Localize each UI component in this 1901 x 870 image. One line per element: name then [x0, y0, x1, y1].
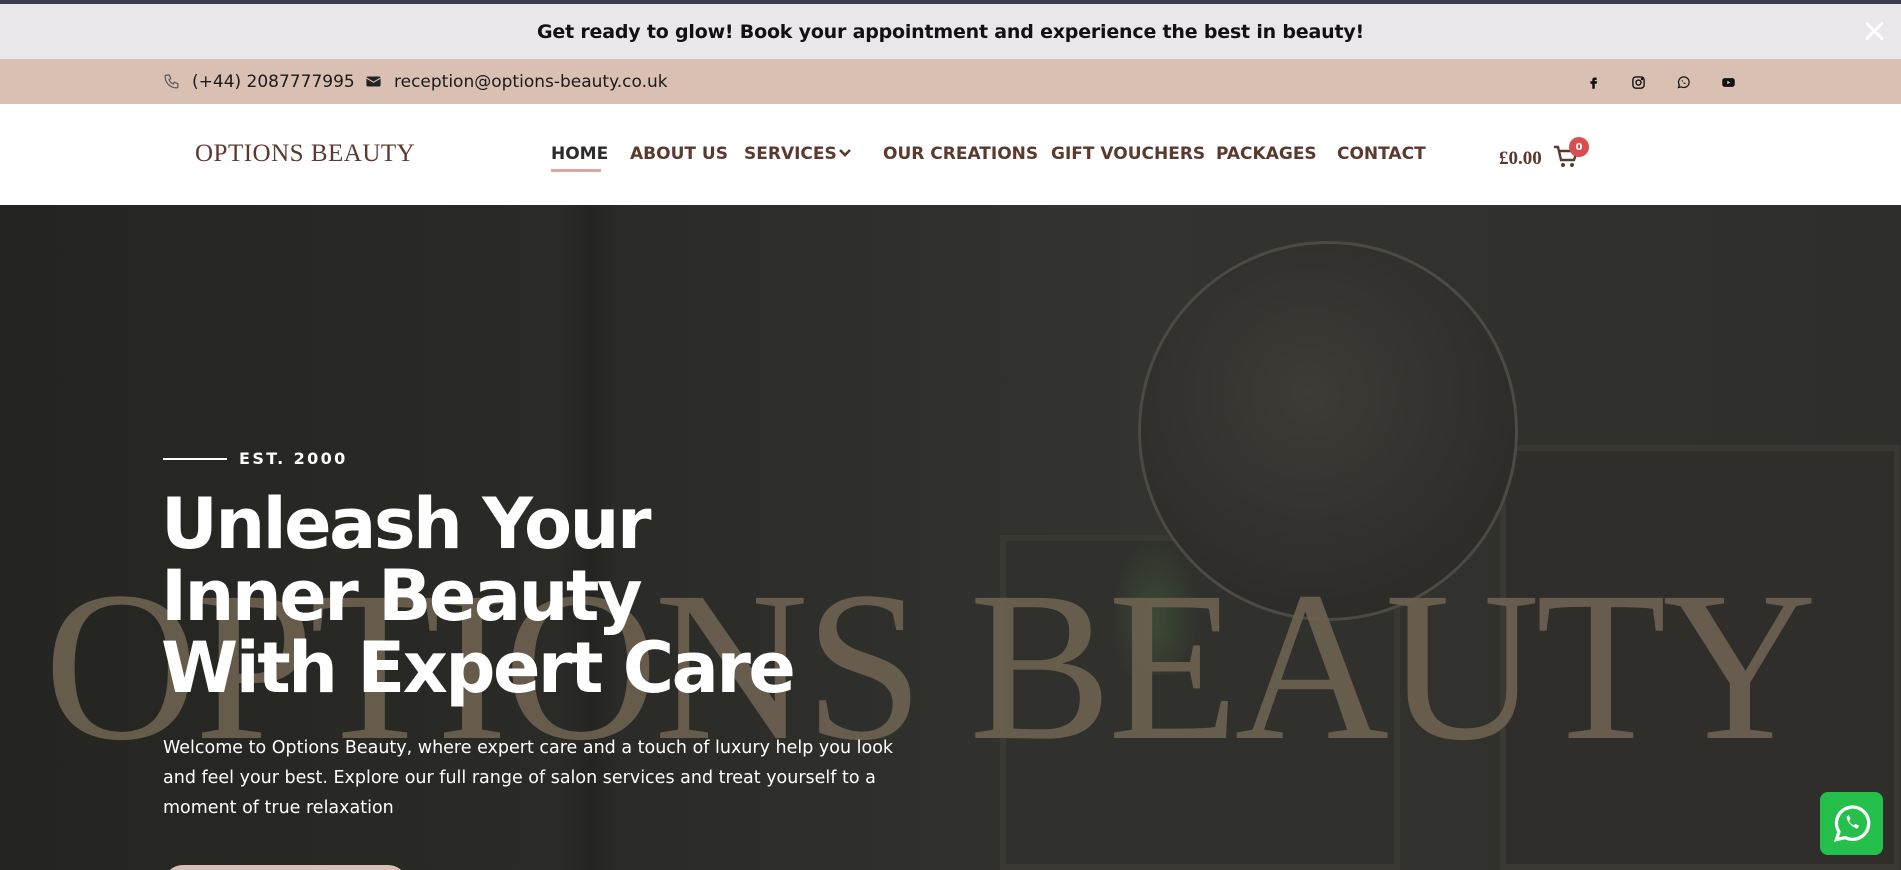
nav-services[interactable]: SERVICES — [744, 144, 837, 164]
main-navbar: OPTIONS BEAUTY HOME ABOUT US SERVICES OU… — [0, 104, 1901, 205]
est-divider — [163, 458, 227, 460]
brand-logo[interactable]: OPTIONS BEAUTY — [195, 140, 415, 168]
envelope-icon — [366, 76, 381, 87]
whatsapp-icon[interactable] — [1672, 71, 1694, 93]
active-nav-indicator — [551, 169, 601, 172]
hero-title: Unleash Your Inner Beauty With Expert Ca… — [161, 483, 796, 709]
contact-bar: (+44) 2087777995 reception@options-beaut… — [0, 59, 1901, 104]
cart-count-badge: 0 — [1569, 137, 1589, 157]
nav-gift-vouchers[interactable]: GIFT VOUCHERS — [1051, 144, 1205, 164]
phone-icon — [164, 74, 179, 89]
facebook-icon[interactable] — [1582, 71, 1604, 93]
close-icon[interactable] — [1861, 18, 1887, 44]
announcement-bar: Get ready to glow! Book your appointment… — [0, 4, 1901, 59]
hero-section: OPTIONS BEAUTY EST. 2000 Unleash Your In… — [0, 205, 1901, 870]
hero-cta-button[interactable] — [163, 865, 408, 870]
announcement-text: Get ready to glow! Book your appointment… — [537, 20, 1364, 43]
est-label: EST. 2000 — [239, 449, 348, 468]
nav-about-us[interactable]: ABOUT US — [630, 144, 728, 164]
email-link[interactable]: reception@options-beauty.co.uk — [365, 59, 668, 104]
chevron-down-icon[interactable] — [838, 148, 852, 158]
instagram-icon[interactable] — [1627, 71, 1649, 93]
nav-contact[interactable]: CONTACT — [1337, 144, 1426, 164]
cart-total[interactable]: £0.00 — [1499, 148, 1542, 170]
whatsapp-icon — [1833, 804, 1870, 842]
email-address: reception@options-beauty.co.uk — [394, 71, 668, 92]
nav-home[interactable]: HOME — [551, 144, 608, 164]
phone-number: (+44) 2087777995 — [192, 71, 355, 92]
whatsapp-chat-button[interactable] — [1820, 792, 1883, 855]
phone-link[interactable]: (+44) 2087777995 — [163, 59, 355, 104]
youtube-icon[interactable] — [1717, 71, 1739, 93]
nav-packages[interactable]: PACKAGES — [1216, 144, 1317, 164]
nav-our-creations[interactable]: OUR CREATIONS — [883, 144, 1038, 164]
hero-description: Welcome to Options Beauty, where expert … — [163, 738, 894, 818]
